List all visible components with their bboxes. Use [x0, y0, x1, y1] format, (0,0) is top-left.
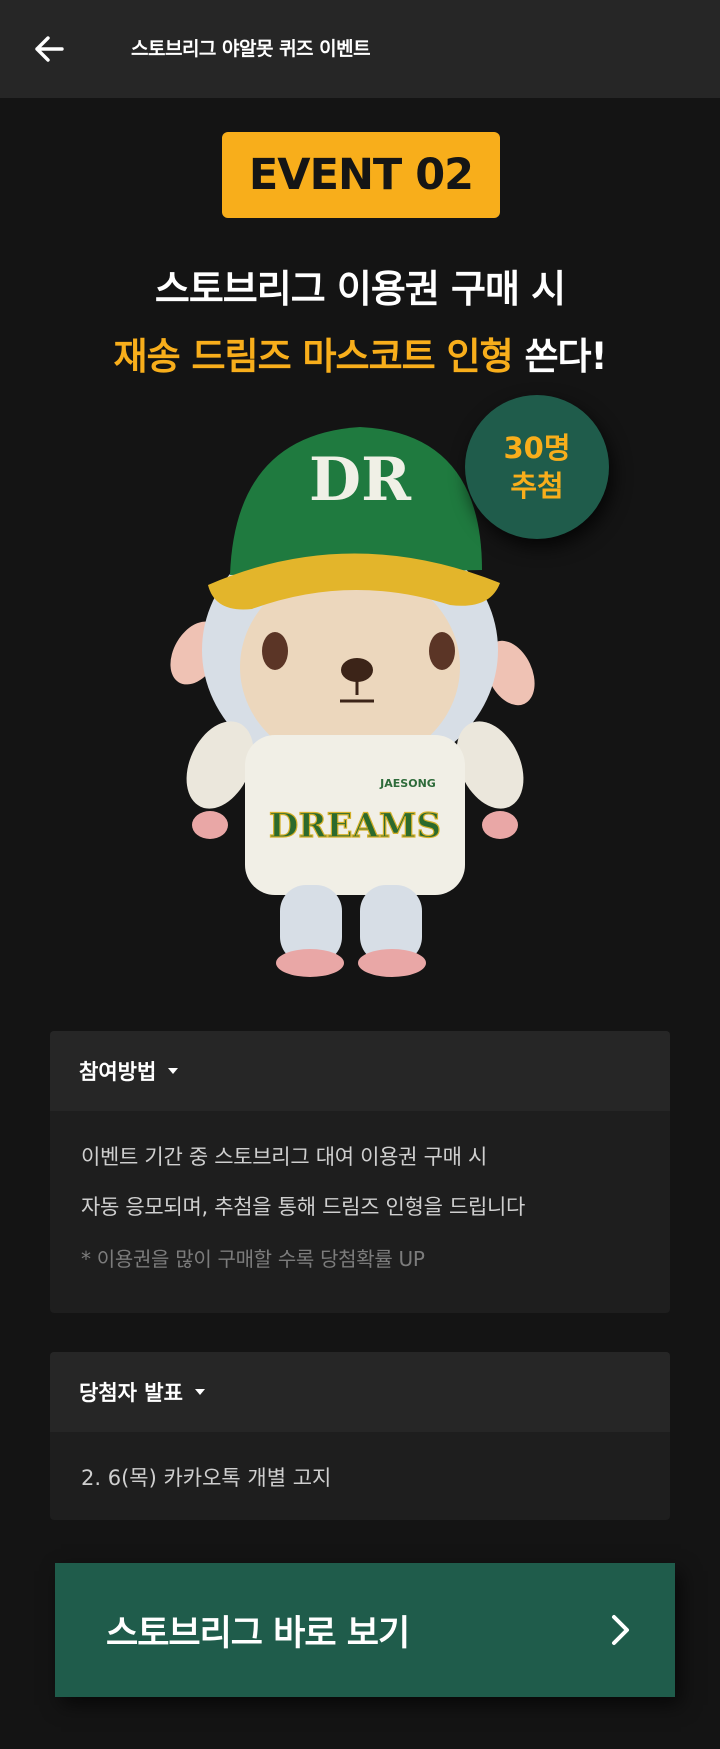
winners-count: 30명 [503, 431, 571, 465]
winner-announcement-body: 2. 6(목) 카카오톡 개별 고지 [50, 1462, 670, 1492]
how-to-title: 참여방법 [79, 1060, 157, 1084]
headline-line-2: 재송 드림즈 마스코트 인형 쏜다! [0, 326, 720, 380]
jersey-small-text: JAESONG [379, 777, 436, 790]
headline-rest: 쏜다! [512, 335, 608, 378]
how-to-body: 이벤트 기간 중 스토브리그 대여 이용권 구매 시 자동 응모되며, 추첨을 … [50, 1141, 670, 1272]
how-to-panel: 참여방법 이벤트 기간 중 스토브리그 대여 이용권 구매 시 자동 응모되며,… [50, 1031, 670, 1313]
winners-label: 추첨 [510, 469, 564, 503]
jersey-text: DREAMS [269, 806, 441, 846]
caret-down-icon [168, 1068, 179, 1074]
how-to-line-2: 자동 응모되며, 추첨을 통해 드림즈 인형을 드립니다 [81, 1195, 526, 1219]
page-title: 스토브리그 야알못 퀴즈 이벤트 [131, 38, 371, 60]
winner-announcement-toggle[interactable]: 당첨자 발표 [50, 1352, 670, 1432]
how-to-toggle[interactable]: 참여방법 [50, 1031, 670, 1111]
caret-down-icon [194, 1389, 205, 1395]
headline-accent: 재송 드림즈 마스코트 인형 [113, 335, 514, 378]
back-button[interactable] [22, 26, 76, 72]
cap-logo: DR [309, 445, 412, 515]
winner-announcement-title: 당첨자 발표 [79, 1381, 183, 1405]
watch-stove-league-button[interactable]: 스토브리그 바로 보기 [55, 1563, 675, 1697]
winners-badge: 30명 추첨 [465, 395, 609, 539]
winner-announcement-detail: 2. 6(목) 카카오톡 개별 고지 [81, 1466, 332, 1490]
top-bar: 스토브리그 야알못 퀴즈 이벤트 [0, 0, 720, 98]
cta-label: 스토브리그 바로 보기 [106, 1613, 410, 1654]
how-to-line-1: 이벤트 기간 중 스토브리그 대여 이용권 구매 시 [81, 1145, 488, 1169]
how-to-note: * 이용권을 많이 구매할 수록 당첨확률 UP [81, 1247, 425, 1271]
winner-announcement-panel: 당첨자 발표 2. 6(목) 카카오톡 개별 고지 [50, 1352, 670, 1520]
chevron-right-icon [603, 1612, 639, 1648]
event-badge: EVENT 02 [222, 132, 500, 218]
arrow-left-icon [35, 36, 64, 62]
headline-line-1: 스토브리그 이용권 구매 시 [154, 267, 566, 311]
